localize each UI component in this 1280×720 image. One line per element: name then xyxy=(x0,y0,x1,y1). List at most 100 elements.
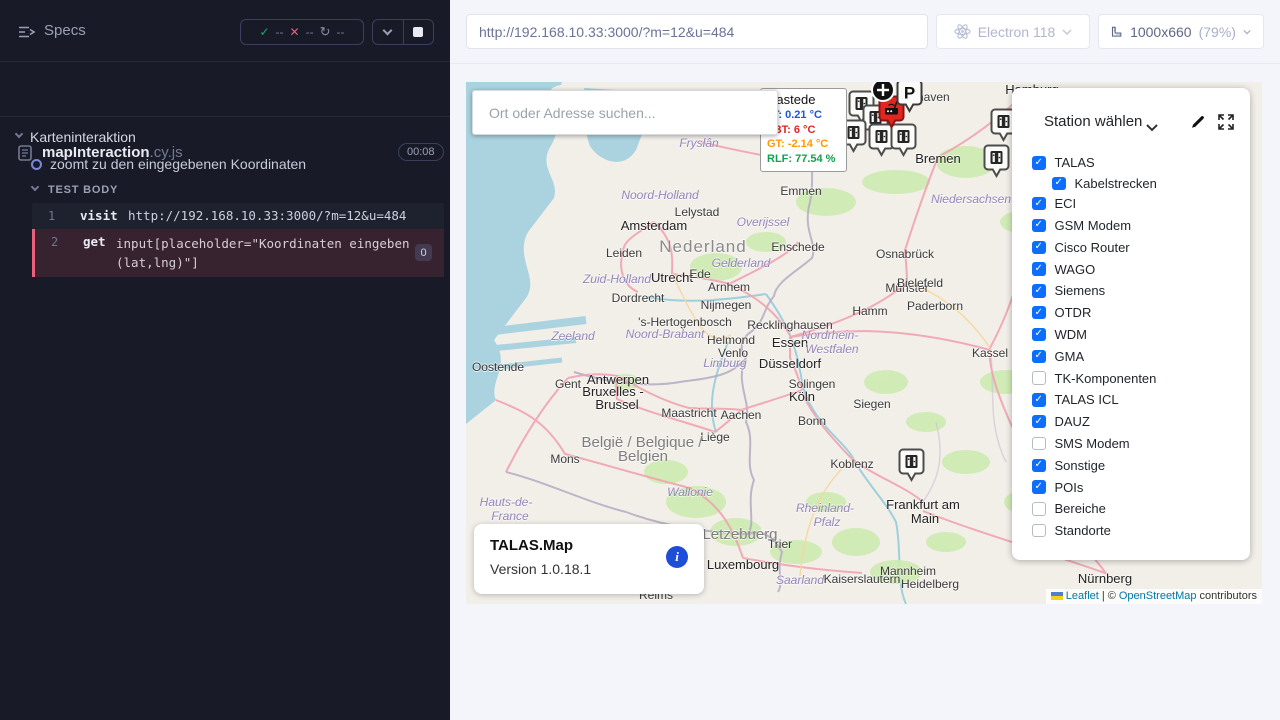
test-body-label: TEST BODY xyxy=(48,184,118,196)
chevron-down-icon xyxy=(1062,29,1072,35)
checkbox-cisco-router[interactable]: ✓ xyxy=(1032,241,1046,255)
map-label: Frankfurt am xyxy=(886,497,960,512)
chevron-down-icon xyxy=(15,130,23,138)
checkbox-tk-komponenten[interactable] xyxy=(1032,371,1046,385)
map-label: Düsseldorf xyxy=(759,356,821,371)
checkbox-gsm-modem[interactable]: ✓ xyxy=(1032,219,1046,233)
checkbox-wdm[interactable]: ✓ xyxy=(1032,328,1046,342)
layer-row-standorte[interactable]: Standorte xyxy=(1032,520,1232,542)
layer-row-talas-icl[interactable]: ✓TALAS ICL xyxy=(1032,389,1232,411)
layer-row-pois[interactable]: ✓POIs xyxy=(1032,476,1232,498)
layer-label: ECI xyxy=(1055,196,1077,211)
map-marker-plus[interactable] xyxy=(870,82,896,108)
checkbox-talas[interactable]: ✓ xyxy=(1032,156,1046,170)
map-label: Hamm xyxy=(852,304,887,318)
map-label: Emmen xyxy=(780,184,821,198)
checkbox-siemens[interactable]: ✓ xyxy=(1032,284,1046,298)
layer-row-kabelstrecken[interactable]: ✓Kabelstrecken xyxy=(1032,174,1232,193)
test-body-row[interactable]: TEST BODY xyxy=(0,182,450,200)
passed-count: -- xyxy=(276,25,284,39)
test-title: zoomt zu den eingegebenen Koordinaten xyxy=(50,156,306,172)
electron-icon xyxy=(954,23,971,40)
layer-row-otdr[interactable]: ✓OTDR xyxy=(1032,302,1232,324)
checkbox-kabelstrecken[interactable]: ✓ xyxy=(1052,177,1066,191)
app-title: TALAS.Map xyxy=(490,537,573,554)
map-label: Belgien xyxy=(618,448,668,465)
layer-label: Sonstige xyxy=(1055,458,1106,473)
map-marker-station[interactable] xyxy=(983,144,1010,183)
map-label: Hauts-de- xyxy=(480,495,533,509)
checkbox-bereiche[interactable] xyxy=(1032,502,1046,516)
layer-row-tk-komponenten[interactable]: TK-Komponenten xyxy=(1032,367,1232,389)
layer-row-gsm-modem[interactable]: ✓ GSM Modem xyxy=(1032,215,1232,237)
specs-menu-icon[interactable] xyxy=(18,25,36,44)
checkbox-sms-modem[interactable] xyxy=(1032,437,1046,451)
map-label: Noord-Holland xyxy=(621,188,698,202)
leaflet-link[interactable]: Leaflet xyxy=(1066,590,1099,602)
sidebar-header: Specs ✓ -- ✕ -- ↻ -- xyxy=(0,0,450,62)
layer-label: GSM Modem xyxy=(1055,218,1132,233)
attribution-suffix: contributors xyxy=(1200,590,1257,602)
run-stats[interactable]: ✓ -- ✕ -- ↻ -- xyxy=(240,19,364,45)
checkbox-gma[interactable]: ✓ xyxy=(1032,350,1046,364)
map-label: Paderborn xyxy=(907,299,963,313)
command-method: visit xyxy=(80,208,118,223)
layer-row-gma[interactable]: ✓ GMA xyxy=(1032,345,1232,367)
layer-label: TALAS xyxy=(1055,155,1095,170)
map-canvas[interactable]: HamburgerhavenBremenNiedersachsenFryslân… xyxy=(466,82,1262,604)
stop-button[interactable] xyxy=(403,20,434,44)
station-panel: Station wählen ✓TALA xyxy=(1012,88,1250,560)
layer-row-sonstige[interactable]: ✓ Sonstige xyxy=(1032,454,1232,476)
chevron-down-icon[interactable] xyxy=(1146,119,1158,137)
test-running-icon xyxy=(31,159,42,170)
checkbox-dauz[interactable]: ✓ xyxy=(1032,415,1046,429)
test-row[interactable]: zoomt zu den eingegebenen Koordinaten xyxy=(0,153,450,177)
url-input[interactable] xyxy=(466,14,928,49)
layer-row-dauz[interactable]: ✓DAUZ xyxy=(1032,411,1232,433)
map-label: Koblenz xyxy=(830,457,873,471)
layer-row-eci[interactable]: ✓ ECI xyxy=(1032,193,1232,215)
ruler-icon xyxy=(1111,24,1123,39)
checkbox-standorte[interactable] xyxy=(1032,524,1046,538)
checkbox-eci[interactable]: ✓ xyxy=(1032,197,1046,211)
spec-file-row[interactable]: mapInteraction.cy.js 00:08 xyxy=(0,63,450,117)
map-label: Mons xyxy=(550,452,579,466)
browser-select-button[interactable]: Electron 118 xyxy=(936,14,1090,49)
info-icon[interactable]: i xyxy=(666,546,688,568)
layer-label: Cisco Router xyxy=(1055,240,1130,255)
app-version: Version 1.0.18.1 xyxy=(490,561,591,577)
chevron-down-icon xyxy=(31,183,39,191)
suite-row[interactable]: Karteninteraktion xyxy=(0,126,450,150)
checkbox-wago[interactable]: ✓ xyxy=(1032,262,1046,276)
checkbox-talas-icl[interactable]: ✓ xyxy=(1032,393,1046,407)
edit-pencil-icon[interactable] xyxy=(1190,114,1206,135)
viewport-size-button[interactable]: 1000x660 (79%) xyxy=(1098,14,1264,49)
map-label: Osnabrück xyxy=(876,247,934,261)
tooltip-row-gt: GT: -2.14 °C xyxy=(767,137,840,152)
map-marker-p[interactable]: P xyxy=(896,82,923,118)
layer-row-sms-modem[interactable]: SMS Modem xyxy=(1032,433,1232,455)
map-label: Oostende xyxy=(472,360,524,374)
layer-label: Standorte xyxy=(1055,523,1111,538)
checkbox-pois[interactable]: ✓ xyxy=(1032,480,1046,494)
command-visit[interactable]: 1 visit http://192.168.10.33:3000/?m=12&… xyxy=(32,203,444,229)
station-panel-list: ✓TALAS✓Kabelstrecken✓ECI✓GSM Modem✓Cisco… xyxy=(1032,152,1232,542)
layer-label: GMA xyxy=(1055,349,1085,364)
layer-row-bereiche[interactable]: Bereiche xyxy=(1032,498,1232,520)
station-select-dropdown[interactable]: Station wählen xyxy=(1044,113,1142,130)
layer-row-talas[interactable]: ✓ TALAS xyxy=(1032,152,1232,174)
collapse-button[interactable] xyxy=(373,20,403,44)
expand-fullscreen-icon[interactable] xyxy=(1218,114,1234,135)
layer-row-wdm[interactable]: ✓WDM xyxy=(1032,324,1232,346)
checkbox-otdr[interactable]: ✓ xyxy=(1032,306,1046,320)
map-label: Lelystad xyxy=(675,205,720,219)
osm-link[interactable]: OpenStreetMap xyxy=(1119,590,1197,602)
layer-row-cisco-router[interactable]: ✓ Cisco Router xyxy=(1032,236,1232,258)
map-marker-station[interactable] xyxy=(898,448,925,487)
layer-row-wago[interactable]: ✓WAGO xyxy=(1032,258,1232,280)
map-label: Noord-Brabant xyxy=(626,327,705,341)
checkbox-sonstige[interactable]: ✓ xyxy=(1032,459,1046,473)
command-get[interactable]: 2 get input[placeholder="Koordinaten ein… xyxy=(32,229,444,277)
layer-row-siemens[interactable]: ✓Siemens xyxy=(1032,280,1232,302)
search-input[interactable] xyxy=(473,91,777,134)
